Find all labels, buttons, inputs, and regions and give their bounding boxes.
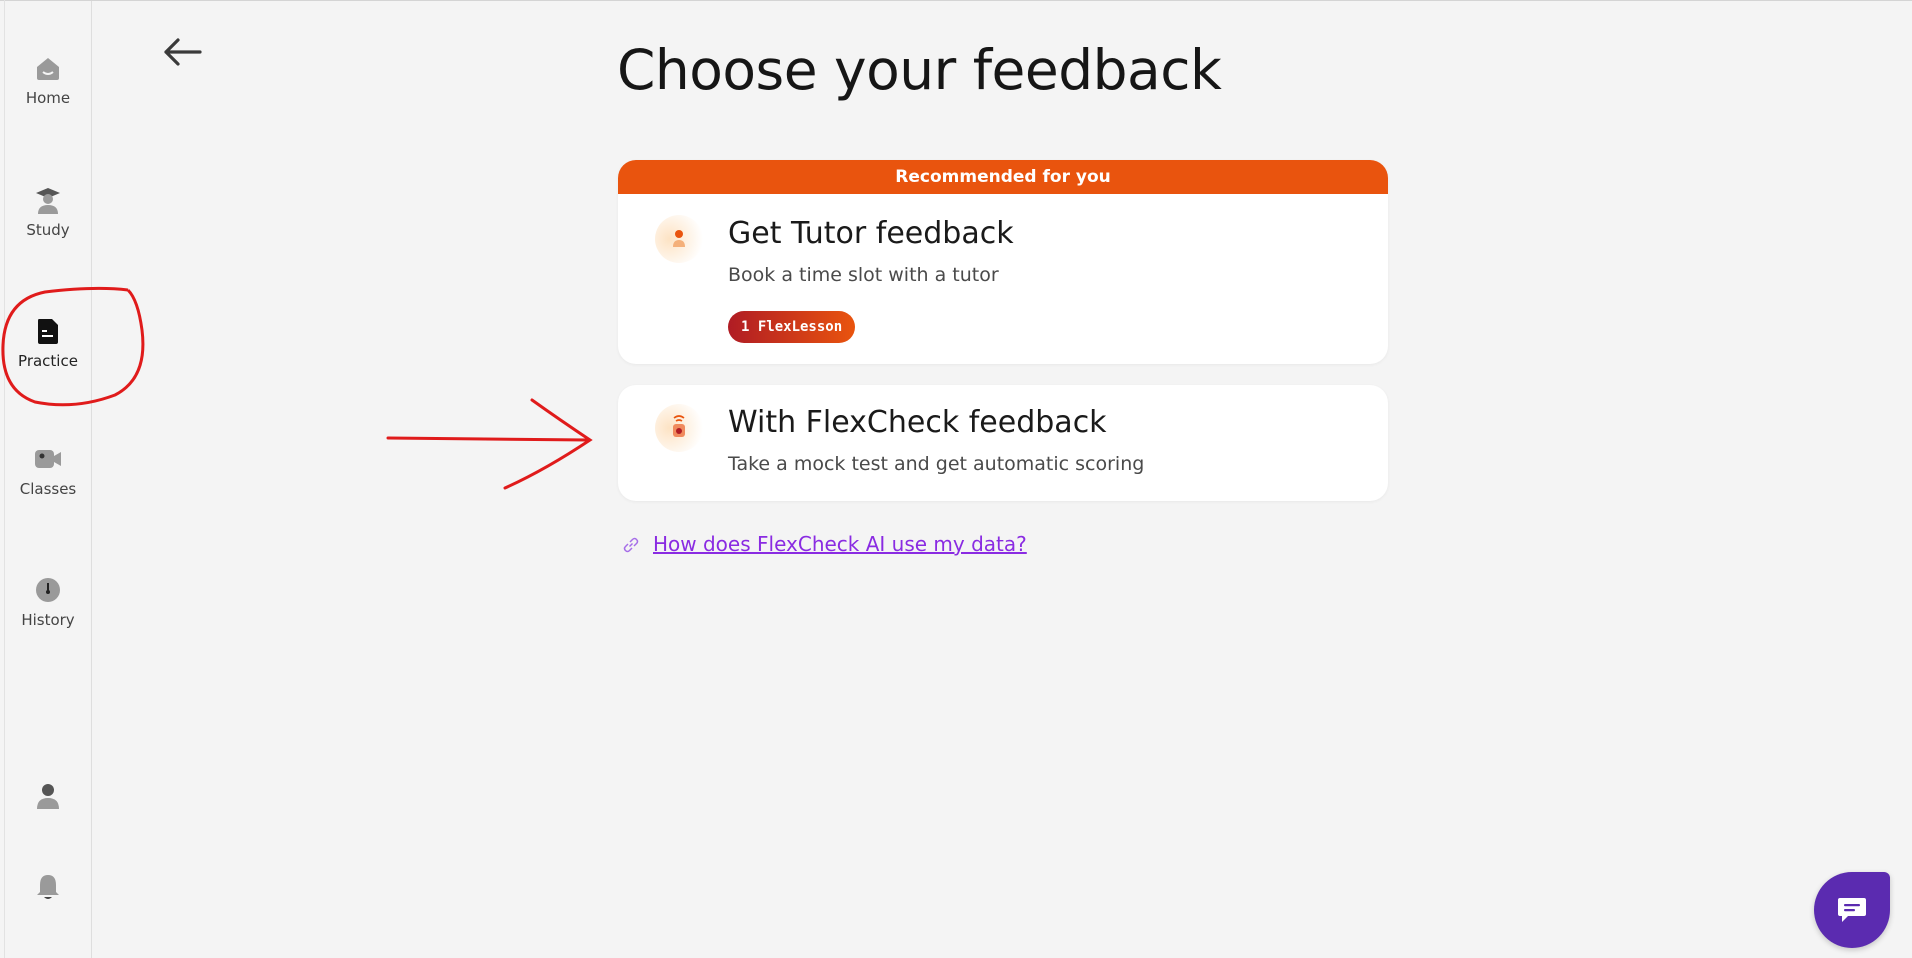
flexcheck-feedback-card[interactable]: With FlexCheck feedback Take a mock test… bbox=[618, 385, 1388, 501]
sidebar-item-label: Practice bbox=[18, 352, 78, 370]
card-subtitle: Book a time slot with a tutor bbox=[728, 264, 999, 286]
top-border bbox=[0, 0, 1912, 1]
sidebar-item-history[interactable]: History bbox=[5, 575, 91, 629]
clock-icon bbox=[36, 578, 60, 602]
page-title: Choose your feedback bbox=[617, 38, 1222, 102]
user-icon[interactable] bbox=[33, 781, 63, 811]
card-title: Get Tutor feedback bbox=[728, 216, 1014, 251]
flexlesson-badge: 1 FlexLesson bbox=[728, 311, 856, 343]
sidebar-item-study[interactable]: Study bbox=[5, 185, 91, 239]
document-icon bbox=[38, 319, 58, 344]
card-title: With FlexCheck feedback bbox=[728, 405, 1107, 440]
arrow-left-icon[interactable] bbox=[160, 34, 204, 70]
sidebar-item-label: Classes bbox=[19, 480, 77, 498]
home-icon bbox=[37, 58, 59, 80]
sidebar-item-label: Home bbox=[25, 89, 71, 107]
sidebar-item-classes[interactable]: Classes bbox=[5, 444, 91, 498]
tutor-feedback-card[interactable]: Recommended for you Get Tutor feedback B… bbox=[618, 160, 1388, 364]
graduation-cap-icon bbox=[36, 188, 60, 214]
sidebar-item-label: History bbox=[21, 611, 75, 629]
chat-button[interactable] bbox=[1814, 872, 1890, 948]
recommended-banner: Recommended for you bbox=[618, 160, 1388, 194]
sidebar-item-home[interactable]: Home bbox=[5, 53, 91, 107]
arrow-shaft bbox=[386, 436, 590, 442]
sidebar: Home Study Practice Classes History bbox=[5, 1, 92, 958]
video-camera-icon bbox=[35, 450, 61, 468]
link-icon bbox=[623, 537, 639, 553]
arrow-head bbox=[503, 398, 593, 490]
chat-icon bbox=[1838, 898, 1866, 922]
sidebar-item-practice[interactable]: Practice bbox=[5, 316, 91, 370]
data-usage-link[interactable]: How does FlexCheck AI use my data? bbox=[653, 532, 1027, 556]
card-subtitle: Take a mock test and get automatic scori… bbox=[728, 453, 1145, 475]
tutor-avatar-icon bbox=[655, 215, 703, 263]
bell-icon[interactable] bbox=[33, 872, 63, 902]
sidebar-item-label: Study bbox=[26, 221, 70, 239]
robot-avatar-icon bbox=[655, 404, 703, 452]
